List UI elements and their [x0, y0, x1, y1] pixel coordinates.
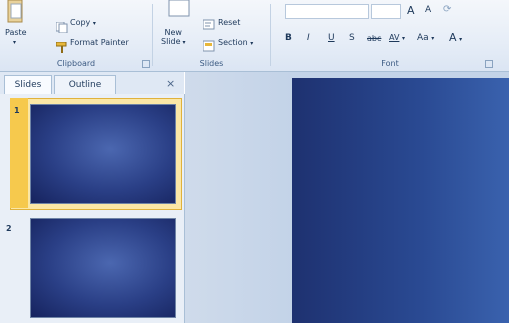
strikethrough-button[interactable]: abc [367, 34, 381, 43]
slide-number: 1 [14, 106, 20, 115]
slide-thumbnail[interactable] [30, 218, 176, 318]
tab-outline[interactable]: Outline [54, 75, 116, 94]
font-color-label: A [449, 31, 457, 44]
font-group-label: Font [381, 59, 399, 68]
copy-button[interactable]: Copy ▾ [70, 18, 96, 27]
grow-font-button[interactable]: A [407, 4, 415, 17]
character-spacing-button[interactable]: AV ▾ [389, 33, 405, 42]
font-color-button[interactable]: A ▾ [449, 31, 462, 44]
new-slide-icon [168, 0, 190, 18]
close-icon[interactable]: × [166, 77, 175, 90]
change-case-dropdown-icon: ▾ [431, 35, 435, 42]
underline-button[interactable]: U [328, 33, 335, 43]
clipboard-group-label: Clipboard [56, 59, 96, 68]
ribbon: Paste ▾ Copy ▾ Format Painter Clipboard … [0, 0, 509, 72]
slides-group: New Slide ▾ Reset Section ▾ Slides [153, 0, 270, 71]
font-launcher-icon[interactable] [485, 60, 493, 68]
copy-icon [55, 18, 68, 34]
character-spacing-dropdown-icon: ▾ [401, 35, 405, 42]
reset-icon [202, 15, 215, 30]
shadow-button[interactable]: S [349, 33, 355, 43]
character-spacing-label: AV [389, 33, 400, 42]
section-icon [202, 37, 215, 52]
change-case-button[interactable]: Aa ▾ [417, 33, 434, 43]
change-case-label: Aa [417, 33, 429, 43]
format-painter-button[interactable]: Format Painter [70, 38, 129, 47]
paste-icon[interactable] [6, 0, 24, 24]
section-label: Section [218, 38, 248, 47]
slide-canvas[interactable] [292, 78, 509, 323]
slide-number: 2 [6, 224, 12, 233]
clipboard-launcher-icon[interactable] [142, 60, 150, 68]
clipboard-group: Paste ▾ Copy ▾ Format Painter Clipboard [0, 0, 152, 71]
font-name-box[interactable] [285, 4, 369, 19]
copy-label: Copy [70, 18, 91, 27]
new-slide-label-line2: Slide ▾ [161, 37, 186, 46]
tab-slides[interactable]: Slides [4, 75, 52, 94]
editor-background [185, 72, 292, 323]
slide-thumbnail[interactable] [30, 104, 176, 204]
section-dropdown-icon: ▾ [250, 40, 254, 47]
reset-button[interactable]: Reset [218, 18, 240, 27]
font-size-box[interactable] [371, 4, 401, 19]
paste-button[interactable]: Paste [5, 28, 27, 37]
new-slide-button[interactable]: New Slide ▾ [161, 28, 185, 47]
new-slide-label-line1: New [164, 28, 182, 37]
shrink-font-button[interactable]: A [425, 5, 431, 15]
paste-dropdown-icon[interactable]: ▾ [13, 39, 16, 46]
font-color-dropdown-icon: ▾ [459, 36, 463, 43]
section-button[interactable]: Section ▾ [218, 38, 253, 47]
clear-formatting-icon[interactable]: ⟳ [443, 4, 451, 15]
bold-button[interactable]: B [285, 33, 292, 43]
slides-panel: 1 2 [0, 94, 185, 323]
italic-button[interactable]: I [307, 33, 310, 43]
panel-tabbar: Slides Outline × [0, 72, 184, 95]
slides-group-label: Slides [199, 59, 224, 68]
copy-dropdown-icon: ▾ [92, 20, 96, 27]
format-painter-icon [55, 38, 68, 53]
font-group: A A ⟳ B I U S abc AV ▾ Aa ▾ A ▾ Font [271, 0, 509, 71]
